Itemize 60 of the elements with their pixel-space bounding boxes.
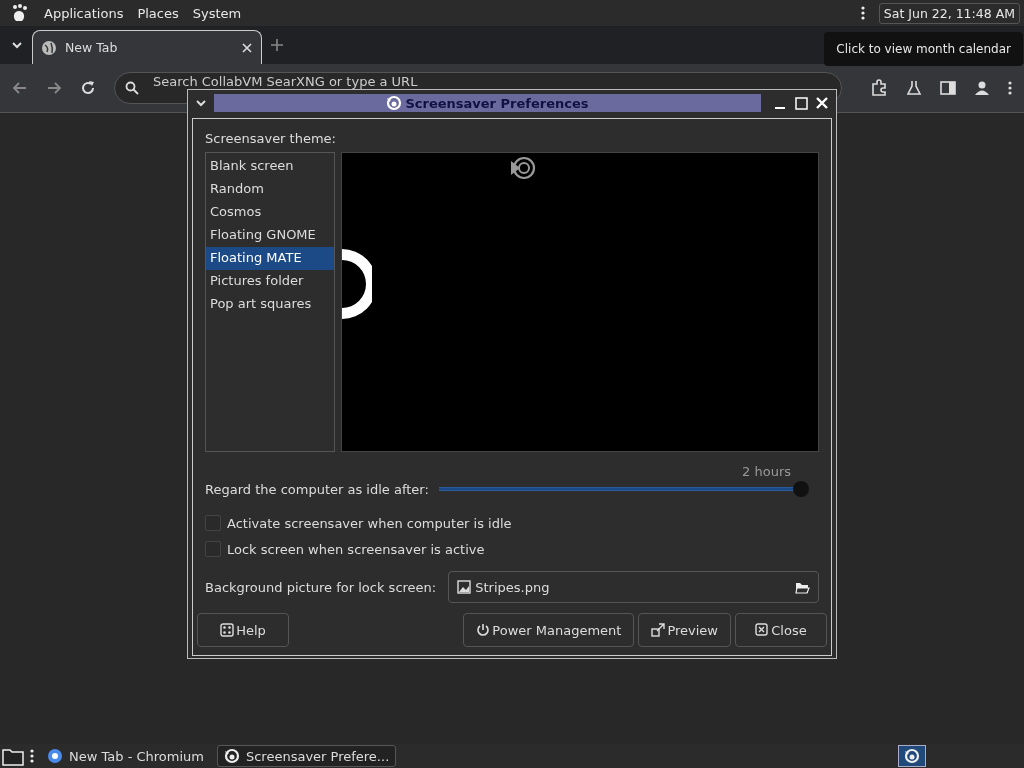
profile-icon[interactable] [974,80,990,96]
help-icon [220,623,235,637]
tray-app-icon[interactable] [898,745,926,767]
mate-icon [223,748,240,764]
maximize-icon[interactable] [794,95,809,111]
theme-item[interactable]: Pop art squares [206,293,334,316]
forward-arrow-icon[interactable] [46,80,62,96]
expand-icon [651,623,666,637]
help-button[interactable]: Help [197,613,289,647]
theme-item[interactable]: Floating GNOME [206,224,334,247]
theme-item[interactable]: Random [206,178,334,201]
menu-item[interactable]: System [192,5,242,21]
slider[interactable] [438,481,809,497]
power-management-button[interactable]: Power Management [463,613,635,647]
tooltip: Click to view month calendar [824,32,1023,66]
menu-item[interactable]: Applications [44,5,124,21]
theme-item[interactable]: Cosmos [206,201,334,224]
mate-icon [386,95,403,111]
browser-icon [47,748,63,764]
power-icon [476,623,491,637]
section-label: Screensaver theme: [205,131,337,146]
globe-icon [41,39,57,56]
taskbar-item[interactable]: Screensaver Prefere... [216,745,397,767]
extension-icon[interactable] [870,79,888,97]
slider-value: 2 hours [742,464,791,479]
search-icon [125,81,139,95]
field-label: Background picture for lock screen: [205,579,437,595]
foot-icon[interactable] [10,3,30,23]
folder-icon[interactable] [2,746,24,766]
logo-icon [510,155,536,181]
plus-icon[interactable] [270,38,284,52]
theme-item[interactable]: Blank screen [206,155,334,178]
close-icon[interactable] [241,41,253,54]
field-label: Regard the computer as idle after: [205,482,429,497]
checkbox-label[interactable]: Activate screensaver when computer is idle [227,515,512,531]
vertical-dots-icon[interactable] [30,748,34,764]
image-icon [457,580,472,594]
title-bar: Screensaver Preferences [214,94,761,112]
theme-item[interactable]: Floating MATE [206,247,334,270]
clock[interactable]: Sat Jun 22, 11:48 AM [878,2,1020,24]
preview-button[interactable]: Preview [638,613,731,647]
menu-icon[interactable] [1008,80,1012,96]
reload-icon[interactable] [80,80,96,96]
file-chooser-button[interactable]: Stripes.png [448,571,819,603]
theme-item[interactable]: Pictures folder [206,270,334,293]
close-icon [755,623,770,637]
checkbox[interactable] [205,541,221,557]
flask-icon[interactable] [906,80,922,96]
side-panel-icon[interactable] [940,80,956,96]
checkbox-label[interactable]: Lock screen when screensaver is active [227,541,485,557]
taskbar-item[interactable]: New Tab - Chromium [40,745,211,767]
address-field[interactable]: Search CollabVM SearXNG or type a URL [151,72,831,90]
slider-thumb[interactable] [793,481,809,497]
checkbox[interactable] [205,515,221,531]
close-button[interactable]: Close [735,613,827,647]
browser-tab[interactable]: New Tab [32,30,262,64]
vertical-dots-icon[interactable] [860,5,865,21]
menu-item[interactable]: Places [137,5,179,21]
close-icon[interactable] [815,95,830,111]
back-arrow-icon[interactable] [12,80,28,96]
